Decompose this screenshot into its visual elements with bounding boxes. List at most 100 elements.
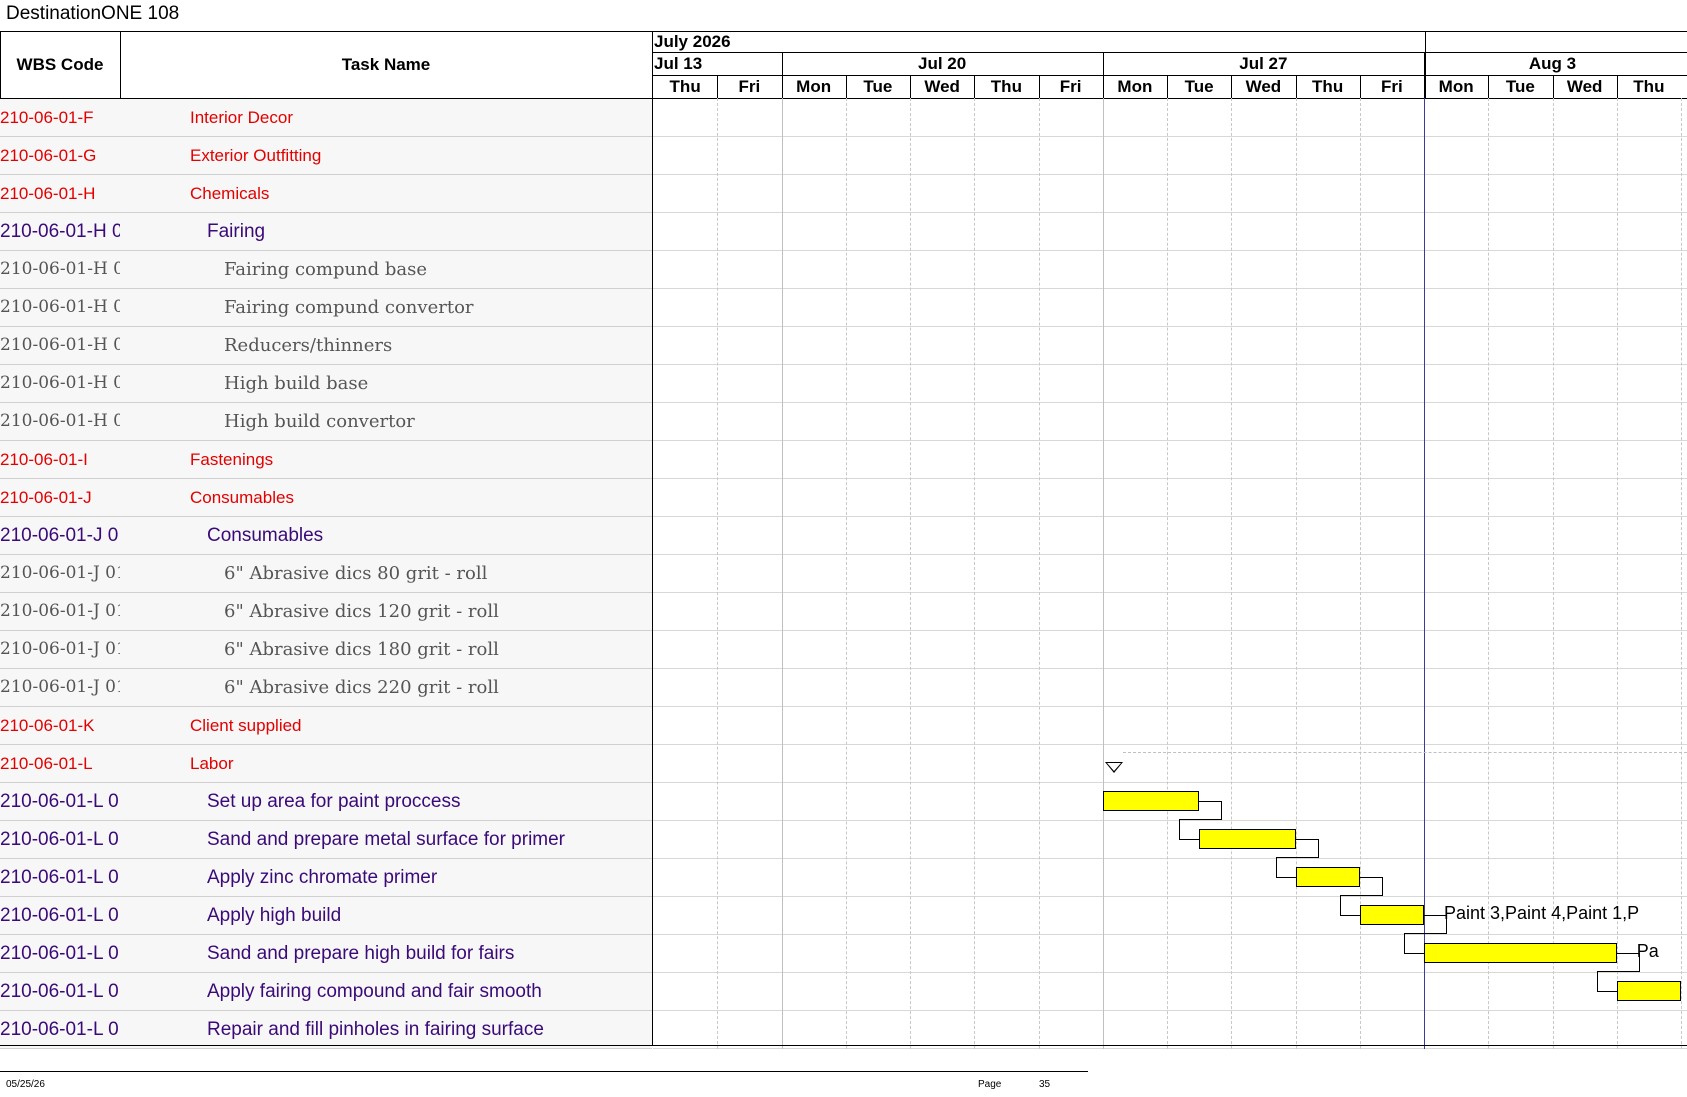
task-bar[interactable]	[1616, 981, 1681, 1001]
day-divider	[1102, 75, 1104, 98]
task-row[interactable]: 210-06-01-J 01 6" Abrasive dics 220 grit …	[0, 669, 652, 707]
day-divider	[1167, 75, 1168, 98]
day-gridline	[717, 98, 719, 1049]
wbs-code-cell: 210-06-01-K	[0, 716, 95, 735]
week-divider	[1102, 52, 1104, 75]
task-row[interactable]: 210-06-01-K Client supplied	[0, 707, 652, 745]
timeline-day-0: Thu	[669, 77, 701, 96]
task-row[interactable]: 210-06-01-L 0 Apply zinc chromate primer	[0, 859, 652, 897]
task-row[interactable]: 210-06-01-L 0 Apply fairing compound and …	[0, 973, 652, 1011]
task-bar[interactable]	[1295, 867, 1360, 887]
week-divider	[781, 52, 783, 75]
task-row[interactable]: 210-06-01-L Labor	[0, 745, 652, 783]
timeline-row-separator	[653, 592, 1687, 593]
task-bar[interactable]	[1359, 905, 1424, 925]
week-gridline	[781, 98, 783, 1049]
footer-page-label: Page	[978, 1079, 1002, 1090]
timeline-row-separator	[653, 1048, 1687, 1049]
task-row[interactable]: 210-06-01-H 01 High build convertor	[0, 403, 652, 441]
table-timeline-divider	[652, 31, 653, 1046]
wbs-code-cell: 210-06-01-J 01	[0, 677, 120, 697]
task-name-cell: 6" Abrasive dics 120 grit - roll	[224, 601, 499, 622]
timeline-row-separator	[653, 554, 1687, 555]
timeline-day-13: Tue	[1505, 77, 1535, 96]
timeline-day-5: Thu	[990, 77, 1022, 96]
timeline-row-separator	[653, 1010, 1687, 1011]
task-row[interactable]: 210-06-01-L 0 Set up area for paint procc…	[0, 783, 652, 821]
timeline-row-separator	[653, 706, 1687, 707]
wbs-code-cell: 210-06-01-H 01	[0, 297, 120, 317]
timeline-day-6: Fri	[1059, 77, 1082, 96]
task-name-cell: Consumables	[207, 525, 324, 546]
task-row[interactable]: 210-06-01-H 01 Fairing compund convertor	[0, 289, 652, 327]
timeline-row-separator	[653, 630, 1687, 631]
task-name-cell: Sand and prepare metal surface for prime…	[207, 829, 566, 850]
timeline-row-separator	[653, 858, 1687, 859]
timeline-day-12: Mon	[1438, 77, 1474, 96]
task-name-cell: Repair and fill pinholes in fairing surf…	[207, 1019, 544, 1040]
task-row[interactable]: 210-06-01-L 0 Sand and prepare metal surf…	[0, 821, 652, 859]
task-bar[interactable]	[1102, 791, 1200, 811]
task-name-cell: High build convertor	[224, 411, 415, 432]
dependency-connector	[1295, 839, 1319, 858]
footer-rule	[0, 1071, 1088, 1072]
wbs-column-header[interactable]: WBS Code	[0, 31, 120, 98]
task-row[interactable]: 210-06-01-H 0 Fairing	[0, 213, 652, 251]
wbs-code-cell: 210-06-01-L 0	[0, 981, 119, 1002]
day-divider	[910, 75, 911, 98]
header-top-border	[0, 31, 1687, 32]
timeline-day-8: Tue	[1184, 77, 1214, 96]
task-name-cell: Sand and prepare high build for fairs	[207, 943, 515, 964]
task-row[interactable]: 210-06-01-J 01 6" Abrasive dics 120 grit …	[0, 593, 652, 631]
task-bar[interactable]	[1199, 829, 1296, 849]
summary-marker-icon[interactable]	[1104, 762, 1123, 773]
task-row[interactable]: 210-06-01-I Fastenings	[0, 441, 652, 479]
task-name-cell: 6" Abrasive dics 220 grit - roll	[224, 677, 499, 698]
task-row[interactable]: 210-06-01-H 01 High build base	[0, 365, 652, 403]
timeline-row-separator	[653, 212, 1687, 213]
dependency-connector	[1359, 877, 1383, 896]
timeline-week-3: Aug 3	[1528, 54, 1577, 73]
dependency-connector	[1596, 971, 1618, 992]
wbs-code-cell: 210-06-01-L 0	[0, 829, 119, 850]
task-row[interactable]: 210-06-01-H Chemicals	[0, 175, 652, 213]
task-row[interactable]: 210-06-01-H 01 Reducers/thinners	[0, 327, 652, 365]
wbs-code-cell: 210-06-01-H 01	[0, 259, 120, 279]
timeline-row-separator	[653, 820, 1687, 821]
day-divider	[717, 75, 719, 98]
timeline-row-separator	[653, 478, 1687, 479]
task-name-cell: Apply zinc chromate primer	[207, 867, 438, 888]
footer-date: 05/25/26	[6, 1079, 45, 1090]
task-name-cell: Fairing compund base	[224, 259, 428, 280]
task-bar[interactable]	[1424, 943, 1617, 963]
gantt-frame: WBS Code Task Name July 2026 Jul 13 Jul 2…	[0, 31, 1687, 1049]
task-row[interactable]: 210-06-01-L 0 Sand and prepare high build…	[0, 935, 652, 973]
timeline-row-separator	[653, 288, 1687, 289]
task-row[interactable]: 210-06-01-L 0 Repair and fill pinholes in…	[0, 1011, 652, 1049]
task-row[interactable]: 210-06-01-J 01 6" Abrasive dics 180 grit …	[0, 631, 652, 669]
task-row[interactable]: 210-06-01-J Consumables	[0, 479, 652, 517]
task-row[interactable]: 210-06-01-J 01 6" Abrasive dics 80 grit -…	[0, 555, 652, 593]
task-row[interactable]: 210-06-01-J 0 Consumables	[0, 517, 652, 555]
timeline-row-separator	[653, 896, 1687, 897]
wbs-code-cell: 210-06-01-J 01	[0, 563, 120, 583]
timeline-row-separator	[653, 174, 1687, 175]
wbs-code-cell: 210-06-01-H 01	[0, 373, 120, 393]
wbs-code-cell: 210-06-01-H 0	[0, 221, 120, 242]
dependency-connector	[1275, 857, 1297, 878]
day-gridline	[1295, 98, 1297, 1049]
timeline-month: July 2026	[654, 31, 731, 51]
dependency-connector	[1339, 895, 1361, 916]
task-row[interactable]: 210-06-01-G Exterior Outfitting	[0, 137, 652, 175]
task-name-cell: Fairing	[207, 221, 266, 242]
wbs-code-cell: 210-06-01-J 01	[0, 639, 120, 659]
task-column-header[interactable]: Task Name	[120, 31, 652, 98]
task-row[interactable]: 210-06-01-L 0 Apply high build	[0, 897, 652, 935]
task-row[interactable]: 210-06-01-F Interior Decor	[0, 99, 652, 137]
wbs-code-cell: 210-06-01-L 0	[0, 867, 119, 888]
timeline-day-9: Wed	[1245, 77, 1282, 96]
timeline-row-separator	[653, 364, 1687, 365]
wbs-code-cell: 210-06-01-H	[0, 184, 96, 203]
task-row[interactable]: 210-06-01-H 01 Fairing compund base	[0, 251, 652, 289]
timeline-day-7: Mon	[1117, 77, 1153, 96]
